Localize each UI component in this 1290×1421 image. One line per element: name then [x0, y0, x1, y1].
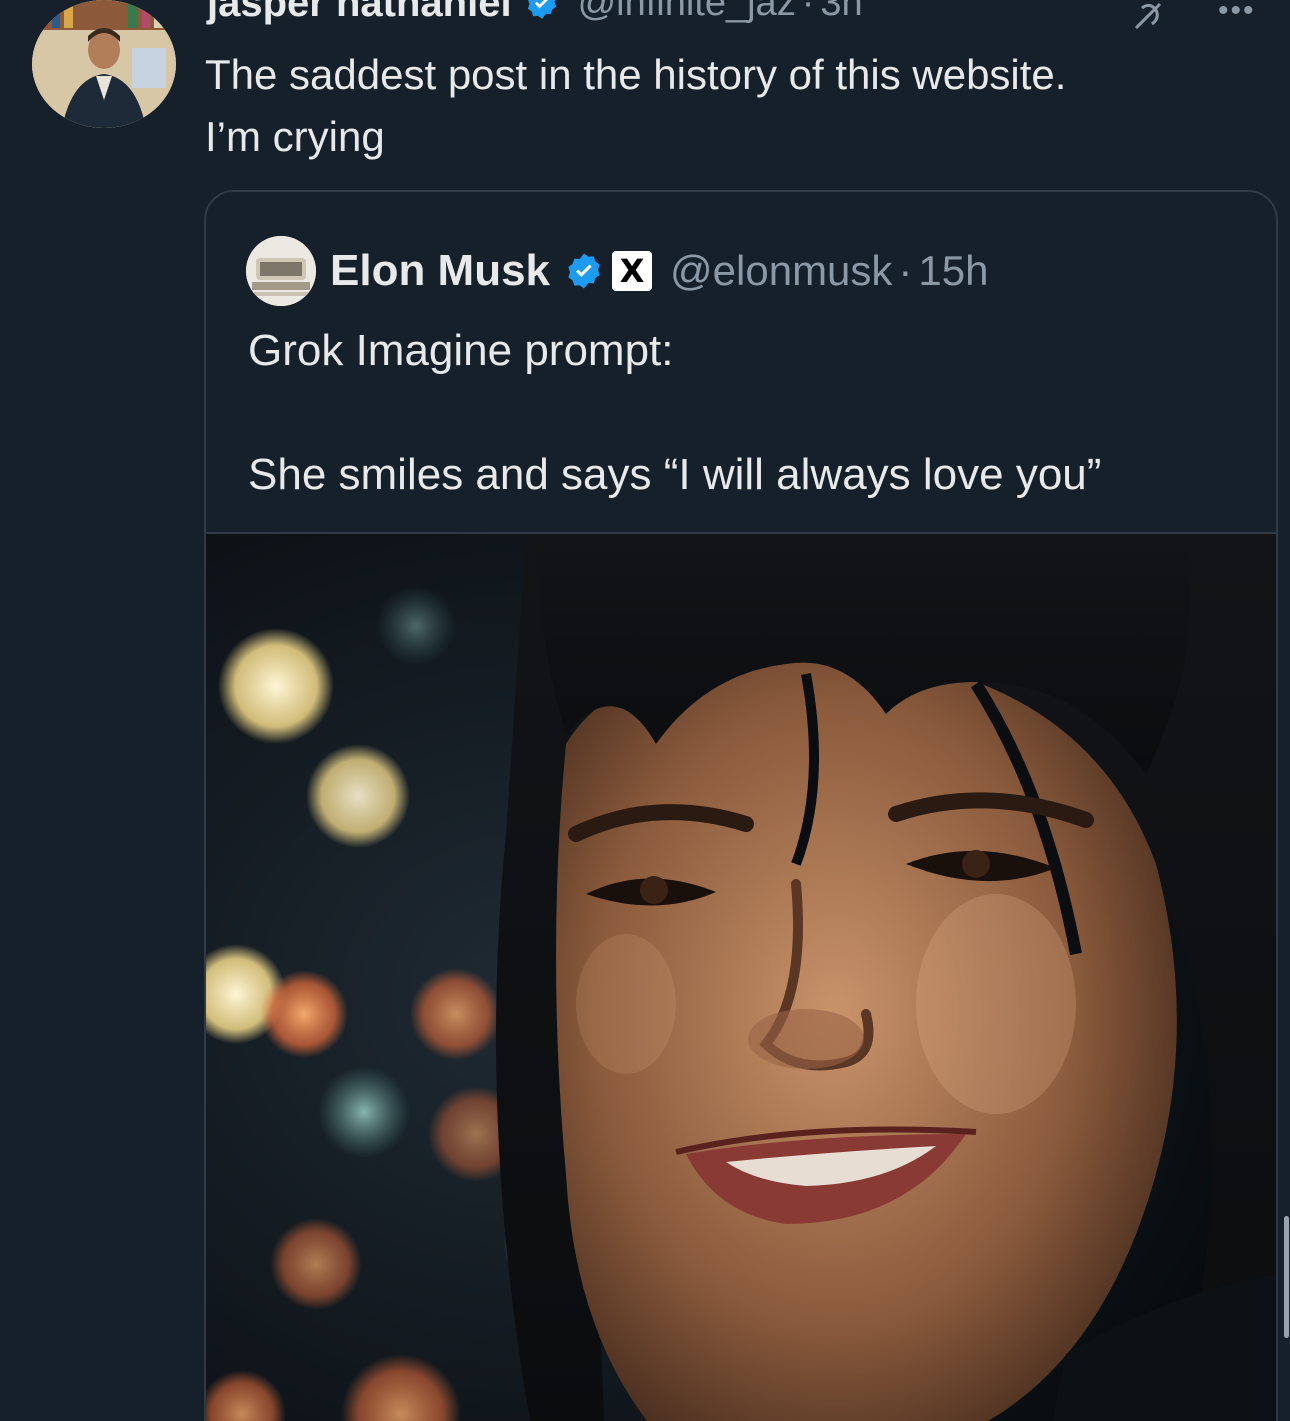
verified-badge-icon [564, 251, 604, 291]
quoted-tweet-text: Grok Imagine prompt: She smiles and says… [248, 320, 1258, 506]
quoted-tweet-header: Elon Musk X @elonmusk · 15h [246, 236, 989, 306]
quoted-author-handle: @elonmusk [670, 247, 893, 294]
quoted-author-handle-time: @elonmusk · 15h [670, 247, 988, 295]
quoted-tweet-text-line: Grok Imagine prompt: [248, 326, 674, 375]
tweet-text-line: I’m crying [205, 113, 385, 160]
quoted-tweet-text-gap [248, 382, 1258, 444]
smiling-woman-image [206, 534, 1276, 1421]
quoted-tweet-card[interactable]: Elon Musk X @elonmusk · 15h Grok Imagine p… [204, 190, 1278, 1421]
quoted-tweet-time: 15h [918, 247, 989, 294]
author-handle[interactable]: @infinite_jaz [578, 0, 796, 24]
x-affiliation-icon: X [612, 251, 653, 291]
separator-dot: · [898, 247, 913, 294]
tweet-text-line: The saddest post in the history of this … [205, 51, 1067, 98]
tweet-text: The saddest post in the history of this … [205, 44, 1275, 168]
quoted-tweet-text-line: She smiles and says “I will always love … [248, 450, 1102, 499]
separator-dot: · [801, 0, 815, 24]
author-avatar-icon [32, 0, 176, 128]
quoted-tweet-media[interactable] [206, 532, 1276, 1421]
more-icon[interactable]: ••• [1218, 0, 1274, 26]
scrollbar[interactable] [1284, 1216, 1289, 1338]
grok-icon[interactable] [1128, 0, 1168, 32]
quoted-author-avatar[interactable] [246, 236, 316, 306]
quoted-author-avatar-icon [246, 236, 316, 306]
author-display-name[interactable]: jasper nathaniel [207, 0, 512, 26]
tweet-time[interactable]: 3h [820, 0, 862, 24]
author-handle-time: @infinite_jaz · 3h [578, 0, 863, 25]
author-avatar[interactable] [32, 0, 176, 128]
quoted-author-display-name[interactable]: Elon Musk [330, 246, 550, 296]
verified-badge-icon [524, 0, 560, 21]
tweet-screen: jasper nathaniel @infinite_jaz · 3h ••• Th… [0, 0, 1290, 1421]
